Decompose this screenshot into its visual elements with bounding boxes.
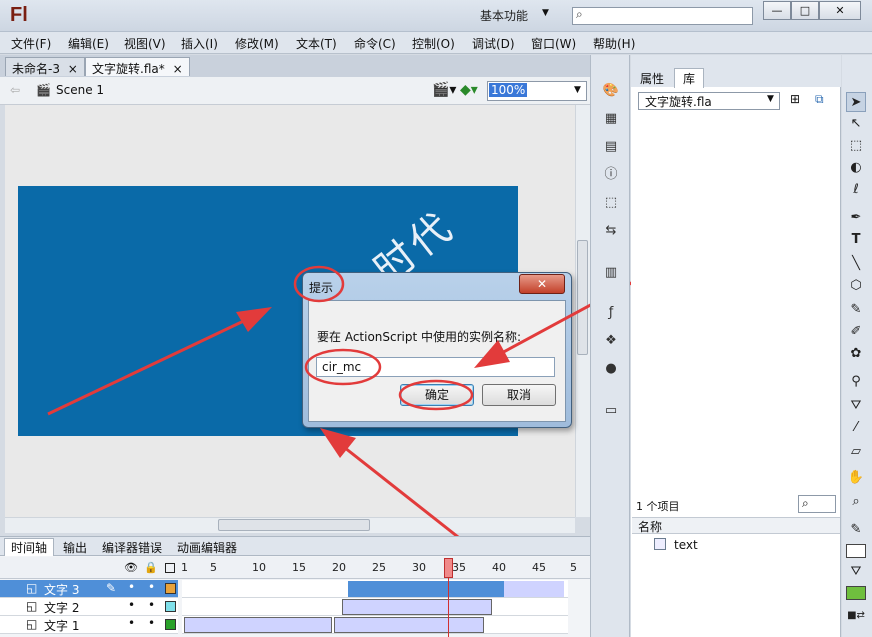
layer-color-swatch[interactable] — [165, 619, 176, 630]
item-count: 1 个项目 — [636, 500, 680, 513]
tab-output[interactable]: 输出 — [63, 539, 87, 556]
playhead-line — [448, 578, 449, 637]
layer-name[interactable]: 文字 2 — [44, 599, 79, 616]
layer-color-swatch[interactable] — [165, 601, 176, 612]
scene-panel-icon[interactable]: ▭ — [602, 402, 620, 420]
tween-span[interactable] — [348, 581, 504, 597]
layer-row[interactable]: ◱ 文字 1 • • — [0, 616, 178, 634]
selection-tool-icon[interactable]: ➤ — [846, 92, 866, 112]
tab-properties[interactable]: 属性 — [640, 70, 664, 87]
layer-name[interactable]: 文字 3 — [44, 581, 79, 598]
stroke-color-swatch[interactable] — [846, 544, 866, 558]
layer-icon: ◱ — [26, 617, 38, 631]
tab-timeline[interactable]: 时间轴 — [4, 538, 55, 556]
free-transform-tool-icon[interactable]: ⬚ — [846, 136, 866, 156]
frame-number: 25 — [372, 561, 386, 574]
stroke-color-icon[interactable]: ✎ — [846, 520, 866, 540]
paint-bucket-tool-icon[interactable]: ⛛ — [846, 396, 866, 416]
layer-row[interactable]: ◱ 文字 2 • • — [0, 598, 178, 616]
text-tool-icon[interactable]: T — [846, 230, 866, 250]
frame-row[interactable] — [182, 580, 568, 598]
tween-span[interactable] — [342, 599, 492, 615]
transform-icon[interactable]: ⬚ — [602, 194, 620, 212]
lock-dot[interactable]: • — [148, 598, 155, 612]
frame-row[interactable] — [182, 598, 568, 616]
library-file-name: 文字旋转.fla — [645, 95, 712, 109]
tab-library[interactable]: 库 — [674, 68, 705, 88]
visible-dot[interactable]: • — [128, 616, 135, 630]
chevron-down-icon[interactable]: ▼ — [767, 94, 774, 104]
frame-number: 5 — [570, 561, 577, 574]
library-icon[interactable]: ▥ — [602, 264, 620, 282]
playhead[interactable] — [444, 558, 453, 578]
tween-span[interactable] — [334, 617, 484, 633]
library-file-select[interactable]: 文字旋转.fla — [638, 92, 780, 110]
tab-compiler-errors[interactable]: 编译器错误 — [102, 539, 162, 556]
tween-span[interactable] — [504, 581, 564, 597]
layer-icon: ◱ — [26, 599, 38, 613]
frame-row[interactable] — [182, 616, 568, 634]
frame-number: 5 — [210, 561, 217, 574]
timeline-tabs — [0, 537, 590, 556]
deco-tool-icon[interactable]: ✿ — [846, 344, 866, 364]
eraser-tool-icon[interactable]: ▱ — [846, 442, 866, 462]
brush-tool-icon[interactable]: ✐ — [846, 322, 866, 342]
line-tool-icon[interactable]: ╲ — [846, 254, 866, 274]
align-icon[interactable]: ▤ — [602, 138, 620, 156]
history-icon[interactable]: ⇆ — [602, 222, 620, 240]
visible-dot[interactable]: • — [128, 598, 135, 612]
swap-colors-icon[interactable]: ■⇄ — [846, 606, 866, 626]
subselection-tool-icon[interactable]: ↖ — [846, 114, 866, 134]
lock-dot[interactable]: • — [148, 616, 155, 630]
frame-number: 35 — [452, 561, 466, 574]
frame-number: 1 — [181, 561, 188, 574]
fill-color-swatch[interactable] — [846, 586, 866, 600]
lock-dot[interactable]: • — [148, 580, 155, 594]
frame-number: 10 — [252, 561, 266, 574]
fill-color-icon[interactable]: ⛛ — [846, 562, 866, 582]
tween-span[interactable] — [184, 617, 332, 633]
3d-rotation-tool-icon[interactable]: ◐ — [846, 158, 866, 178]
annotation-circle — [304, 348, 382, 386]
layer-row-selected[interactable]: ◱ 文字 3 ✎ • • — [0, 580, 178, 598]
tab-motion-editor[interactable]: 动画编辑器 — [177, 539, 237, 556]
eyedropper-tool-icon[interactable]: ⁄ — [846, 418, 866, 438]
components-icon[interactable]: ❖ — [602, 332, 620, 350]
layer-name[interactable]: 文字 1 — [44, 617, 79, 634]
actions-icon[interactable]: ƒ — [602, 304, 620, 322]
outline-icon[interactable] — [165, 563, 175, 573]
motion-presets-icon[interactable]: ● — [602, 360, 620, 378]
layer-color-swatch[interactable] — [165, 583, 176, 594]
frame-number: 30 — [412, 561, 426, 574]
frame-number: 45 — [532, 561, 546, 574]
annotation-circle — [398, 379, 474, 411]
pin-icon[interactable]: ⊞ — [790, 92, 800, 106]
swatches-icon[interactable]: ▦ — [602, 110, 620, 128]
color-palette-icon[interactable]: 🎨 — [602, 82, 620, 100]
frame-number: 15 — [292, 561, 306, 574]
new-library-icon[interactable]: ⧉ — [815, 92, 824, 107]
library-search[interactable]: ⌕ — [798, 495, 836, 513]
bone-tool-icon[interactable]: ⚲ — [846, 372, 866, 392]
info-icon[interactable]: ⓘ — [602, 166, 620, 184]
layer-icon: ◱ — [26, 581, 38, 595]
eye-icon[interactable]: 👁 — [124, 561, 138, 574]
library-column-header[interactable]: 名称 — [632, 517, 840, 534]
annotation-circle — [293, 265, 345, 303]
column-name: 名称 — [638, 520, 663, 534]
rectangle-tool-icon[interactable]: ⬡ — [846, 276, 866, 296]
pencil-tool-icon[interactable]: ✎ — [846, 300, 866, 320]
visible-dot[interactable]: • — [128, 580, 135, 594]
pen-tool-icon[interactable]: ✒ — [846, 208, 866, 228]
frame-number: 20 — [332, 561, 346, 574]
frame-number: 40 — [492, 561, 506, 574]
zoom-tool-icon[interactable]: ⌕ — [846, 492, 866, 512]
movieclip-icon — [654, 538, 666, 550]
pencil-icon: ✎ — [106, 581, 117, 595]
lasso-tool-icon[interactable]: ℓ — [846, 180, 866, 200]
lock-icon[interactable]: 🔒 — [144, 561, 158, 574]
library-item[interactable]: text — [674, 538, 698, 552]
hand-tool-icon[interactable]: ✋ — [846, 468, 866, 488]
